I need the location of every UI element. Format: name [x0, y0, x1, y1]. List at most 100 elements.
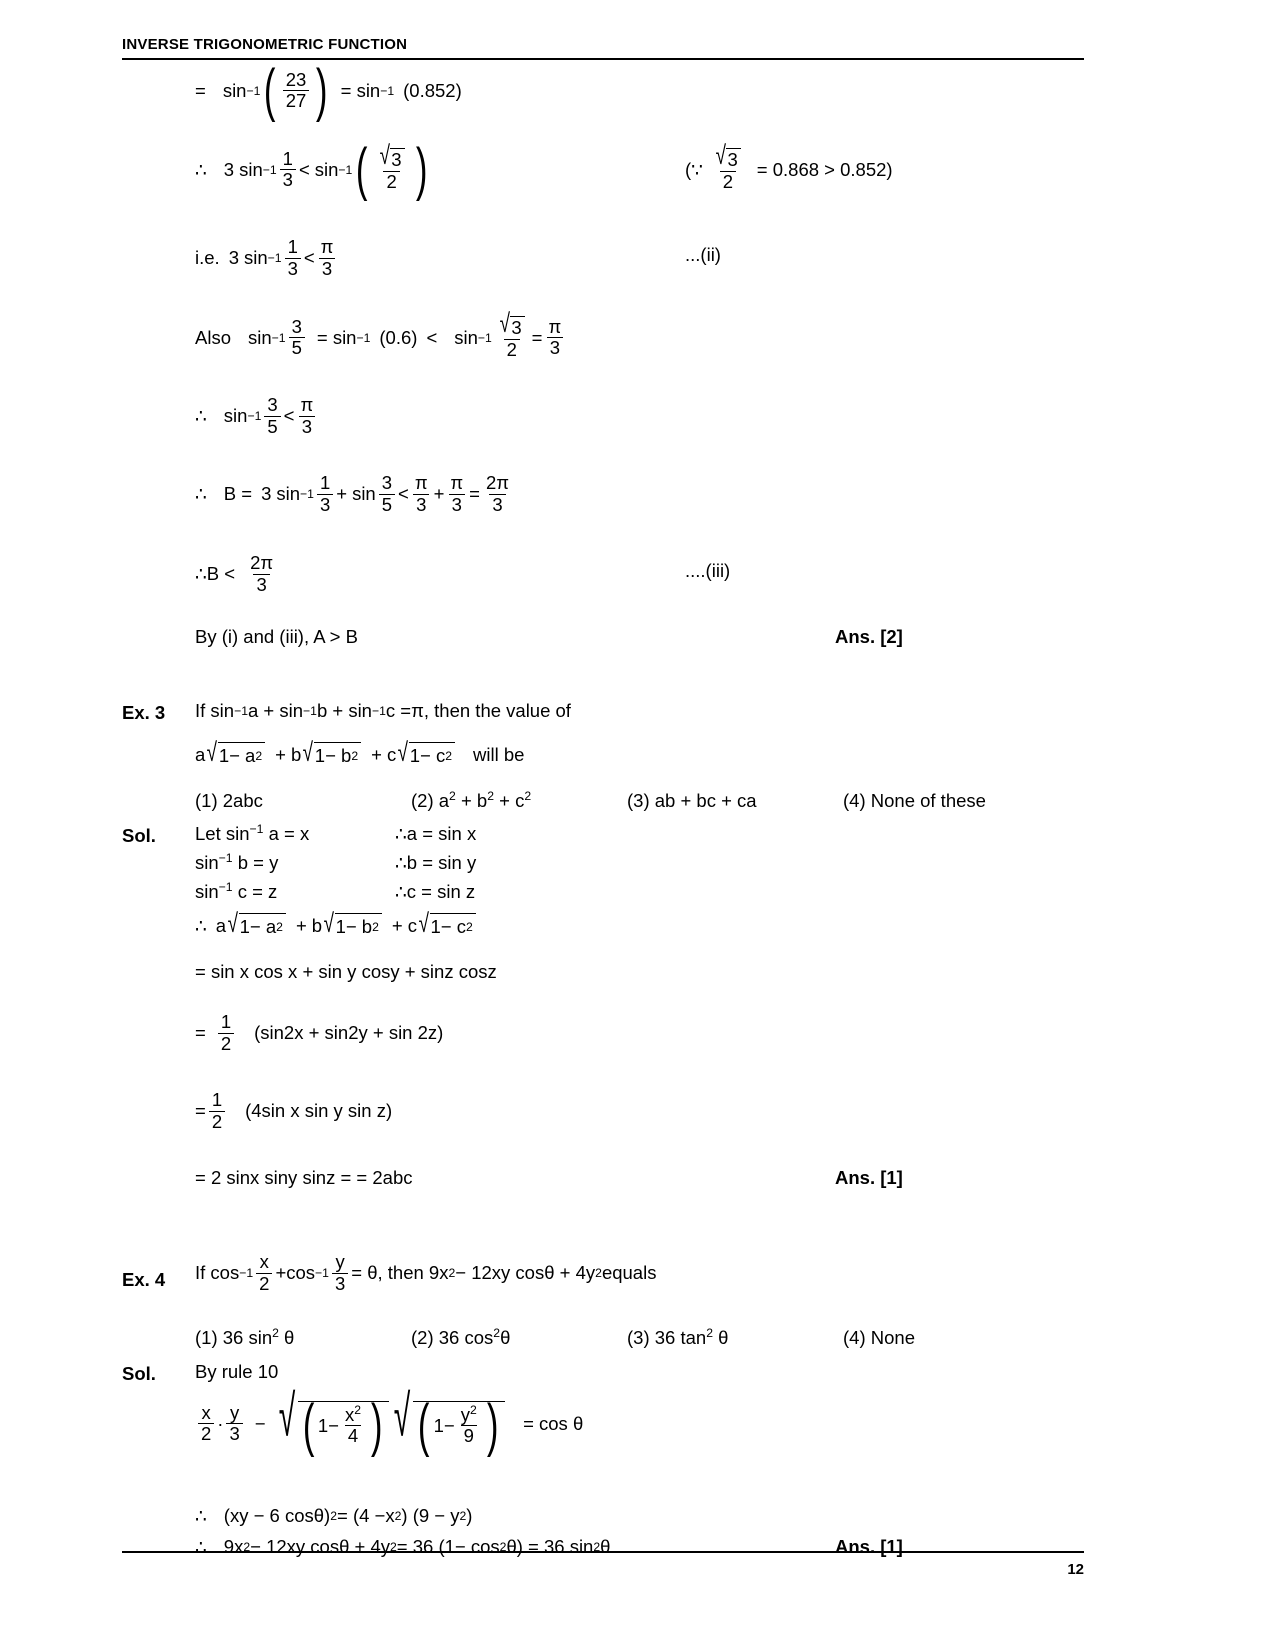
step-pre: sin [195, 852, 219, 873]
radicand: 3 [390, 148, 405, 170]
ex4-label: Ex. 4 [122, 1269, 166, 1290]
fraction-x-2: x 2 [198, 1401, 215, 1445]
fraction-numerator: x [201, 1401, 211, 1423]
fraction-pi-3: π 3 [297, 395, 316, 437]
concl1-p1: (xy − 6 cosθ) [223, 1505, 331, 1526]
half-1-text: (sin2x + sin2y + sin 2z) [254, 1022, 444, 1044]
option-2-pre: (2) 36 cos [411, 1327, 494, 1348]
option-1-post: θ [278, 1327, 295, 1348]
line-4-label [122, 316, 195, 318]
equation-line-7: ∴ B < 2π 3 ....(iii) [122, 553, 1084, 626]
ex3-half-1-label [122, 1013, 195, 1015]
exponent-2: 2 [469, 1402, 477, 1417]
ex3-stem: If sin −1 a + sin −1 b + sin −1 c = π, then t… [195, 700, 571, 721]
square-root: √ 3 [379, 143, 405, 170]
ex3-sincos-line: = sin x cos x + sin y cosy + sinz cosz [195, 961, 497, 982]
coefficient-3: 3 [223, 158, 235, 180]
ex3-step-3-right: ∴c = sin z [395, 881, 475, 903]
big-parentheses: ( 1− x2 4 ) [299, 1397, 387, 1455]
sin-function: sin [276, 483, 301, 505]
radicand-text: 1− b [314, 745, 352, 766]
big-parentheses: ( √ 3 2 ) [352, 141, 430, 199]
ex3-expr-label [122, 742, 195, 744]
fraction-x-2: x 2 [256, 1252, 273, 1294]
one-minus: 1− [433, 1414, 455, 1436]
fraction-numerator: 2π [485, 472, 510, 493]
ex4-stem-pre: If cos [195, 1262, 240, 1284]
ex3-stem-tail: π, then the value of [411, 700, 571, 721]
fraction-1-3: 1 3 [316, 473, 334, 515]
square-root-y-term: √ ( 1− y2 9 ) [391, 1387, 506, 1458]
ex3-sincos-row: = sin x cos x + sin y cosy + sinz cosz [122, 961, 1084, 1013]
fraction-denominator: 3 [331, 1272, 349, 1294]
therefore-symbol: ∴ [195, 483, 207, 505]
ex3-stem-pre: If sin [195, 700, 235, 721]
step-pre: Let sin [195, 823, 250, 844]
dot-operator: · [217, 1412, 224, 1434]
ex4-stem: If cos −1 x 2 + cos −1 y 3 = θ , then 9x 2 … [195, 1251, 657, 1294]
less-than: < [298, 158, 310, 180]
ex4-option-3[interactable]: (3) 36 tan2 θ [627, 1327, 843, 1349]
fraction-numerator: 1 [211, 1089, 223, 1110]
fraction-pi-3-b: π 3 [447, 473, 466, 515]
step-pre: sin [195, 881, 219, 902]
ex4-question-row: Ex. 4 If cos −1 x 2 + cos −1 y 3 = θ , the… [122, 1251, 1084, 1327]
paren-open-glyph: ( [418, 1393, 430, 1458]
square-root-b: √ 1− b2 [323, 909, 382, 938]
plus-sign-2: + [391, 914, 403, 936]
radical-sign: √ [323, 909, 335, 938]
document-page: INVERSE TRIGONOMETRIC FUNCTION = sin −1 (… [0, 0, 1275, 1650]
fraction-denominator: 3 [253, 573, 270, 595]
radicand: 1− b2 [313, 742, 362, 767]
coeff-b: b [290, 743, 302, 765]
ex3-step-3-left: sin−1 c = z [195, 881, 395, 903]
fraction-1-2: 1 2 [217, 1011, 235, 1054]
fraction-denominator: 3 [489, 493, 506, 515]
fraction-3-5: 3 5 [378, 472, 396, 515]
ex3-label: Ex. 3 [122, 702, 166, 723]
ex3-expression-repeat: ∴ a √ 1− a2 + b √ 1− b2 + c √ 1− c 2 [195, 909, 1084, 938]
ex3-option-2[interactable]: (2) a2 + b2 + c2 [411, 790, 627, 812]
fraction-denominator: 27 [282, 90, 310, 111]
ex4-conclusion-1-row: ∴ (xy − 6 cosθ) 2 = (4 −x 2) (9 − y 2) [122, 1505, 1084, 1536]
radicand: 1− a2 [238, 913, 286, 938]
radicand-text: 1− a [239, 916, 277, 937]
fraction-numerator: 3 [381, 472, 393, 493]
ex4-stem-post2: − 12xy cosθ + 4y [455, 1262, 596, 1284]
fraction-denominator: 3 [279, 169, 296, 190]
therefore-symbol: ∴ [395, 881, 407, 902]
square-root-a: √ 1− a2 [227, 909, 286, 938]
fraction-denominator: 3 [413, 493, 430, 515]
page-content: = sin −1 ( 23 27 ) = sin −1 (0.852) ∴ 3 … [122, 62, 1084, 1567]
ex4-options: (1) 36 sin2 θ (2) 36 cos2θ (3) 36 tan2 θ… [195, 1327, 1084, 1349]
ex3-solution-step-1: Sol. Let sin−1 a = x ∴a = sin x [122, 823, 1084, 852]
fraction-numerator: 1 [220, 1011, 232, 1032]
fraction-numerator: √ 3 [711, 143, 745, 171]
ex3-option-1[interactable]: (1) 2abc [195, 790, 411, 812]
ex3-solution-step-3: sin−1 c = z ∴c = sin z [122, 881, 1084, 913]
line-5-label [122, 396, 195, 398]
exponent-2: 2 [354, 1402, 361, 1417]
ex3-option-3[interactable]: (3) ab + bc + ca [627, 790, 843, 812]
ex4-option-4[interactable]: (4) None [843, 1327, 915, 1349]
ex4-rule-row: Sol. By rule 10 [122, 1361, 1084, 1401]
fraction-numerator: y [229, 1401, 240, 1423]
option-2-mid: + b [455, 790, 488, 811]
ex3-step-1-left: Let sin−1 a = x [195, 823, 395, 845]
also-prefix: Also [195, 326, 231, 348]
ex4-option-2[interactable]: (2) 36 cos2θ [411, 1327, 627, 1349]
radical-sign: √ [227, 909, 239, 938]
sin-function: sin [248, 326, 272, 348]
fraction-2pi-3: 2π 3 [247, 553, 276, 595]
fraction-denominator: 5 [288, 337, 305, 358]
ex4-concl-2-label [122, 1536, 195, 1538]
fraction-sqrt3-2: √ 3 2 [495, 311, 529, 360]
equation-line-4: Also sin−1 3 5 = sin−1 (0.6) < sin−1 [122, 311, 1084, 396]
square-root: √ 3 [715, 143, 741, 170]
inverse-exponent: −1 [218, 879, 233, 894]
numerator-base: x [344, 1403, 355, 1425]
ex4-option-1[interactable]: (1) 36 sin2 θ [195, 1327, 411, 1349]
ex3-option-4[interactable]: (4) None of these [843, 790, 986, 812]
cos-function-2: cos [286, 1262, 316, 1284]
ex3-final-label [122, 1167, 195, 1169]
